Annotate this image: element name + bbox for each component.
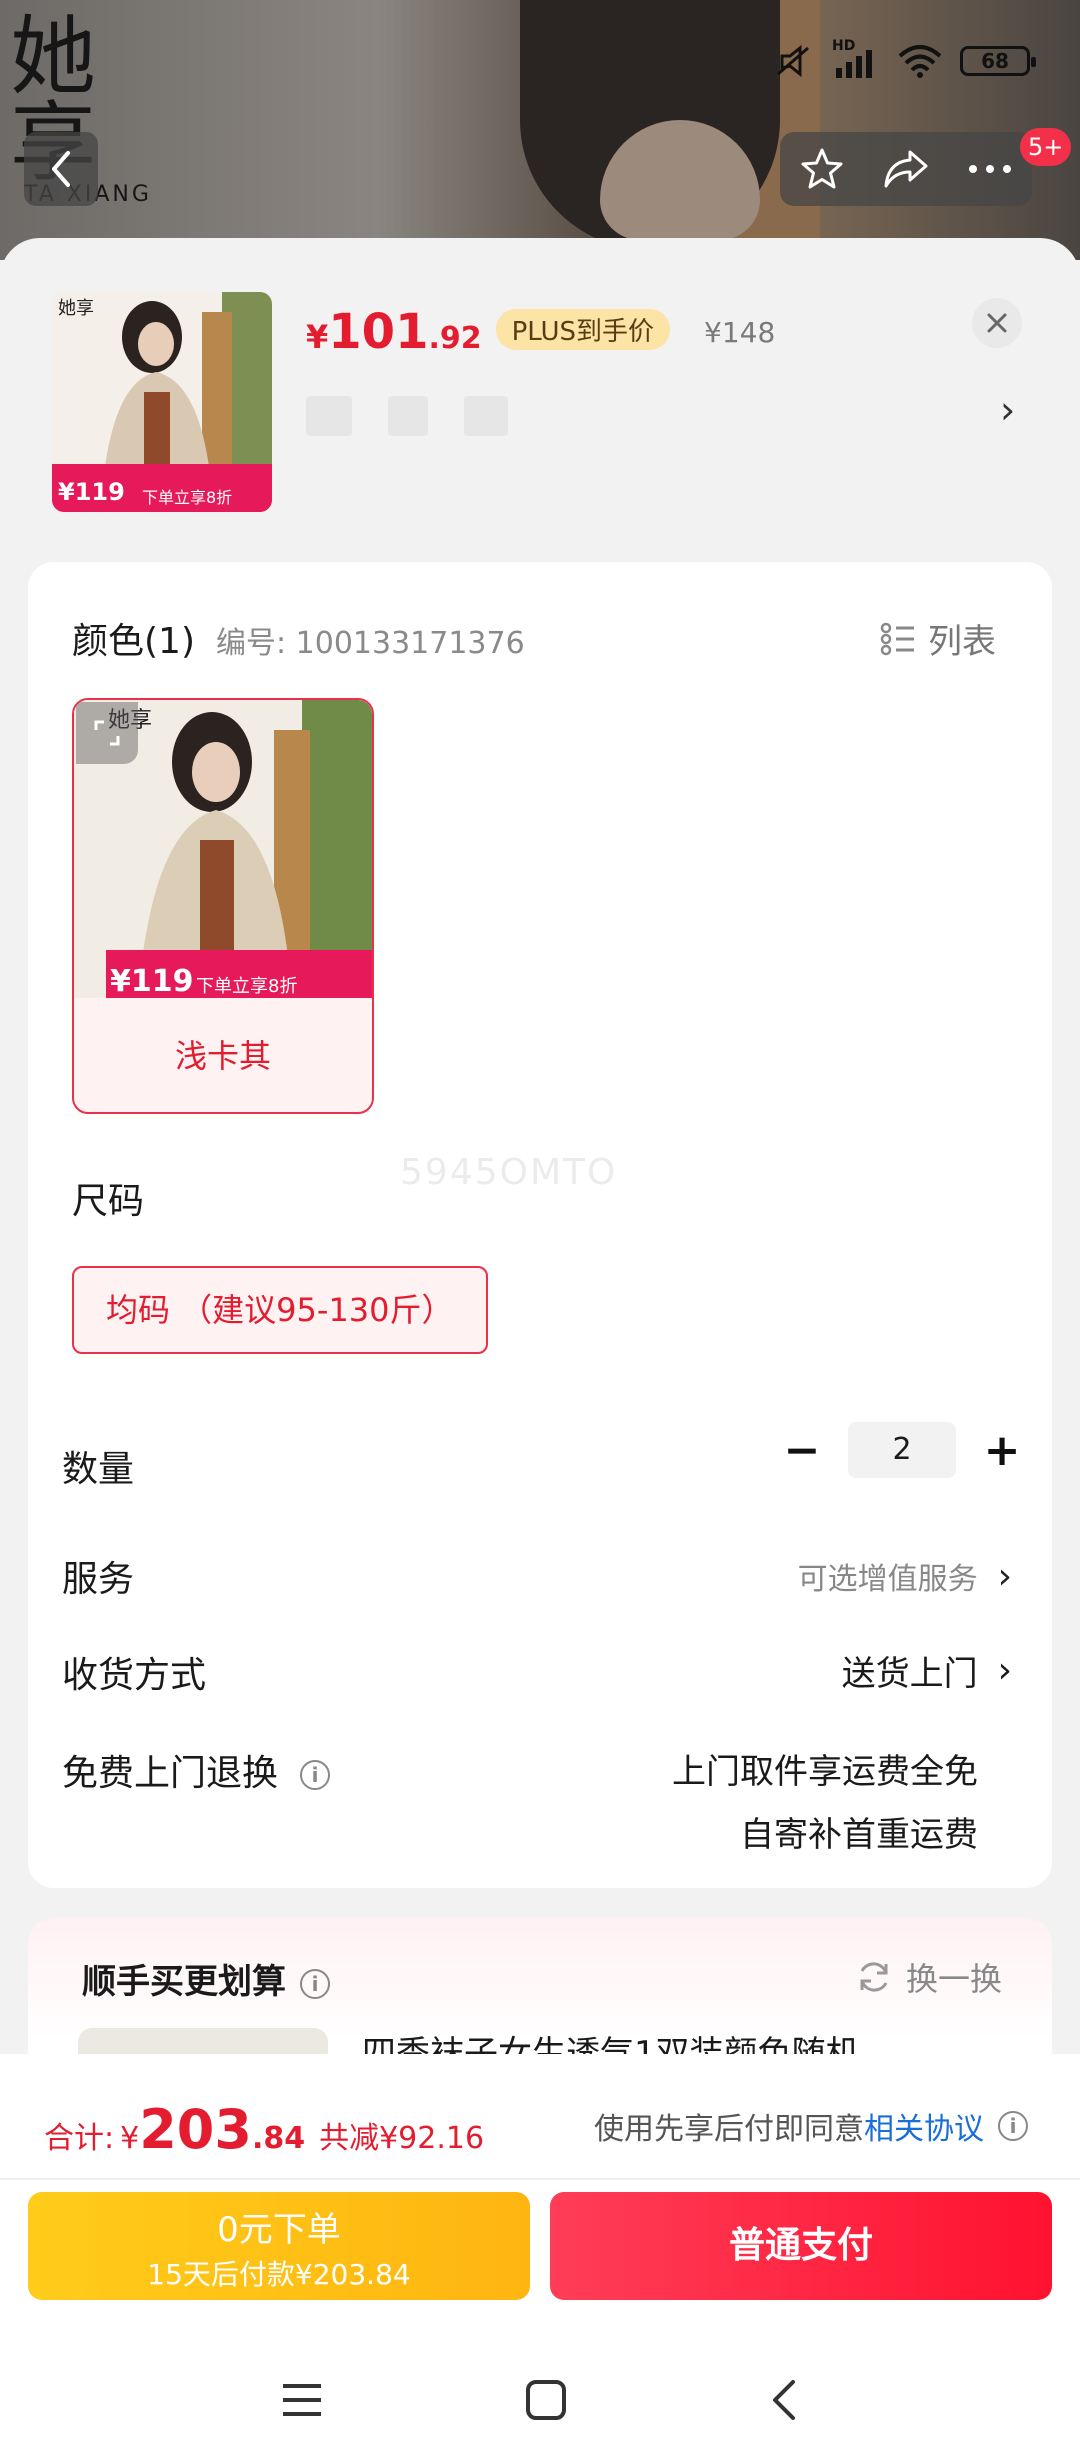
- size-section-title: 尺码: [72, 1181, 145, 1222]
- bnpl-button-line2: 15天后付款¥203.84: [147, 2258, 411, 2291]
- option-promo-price: ¥119: [110, 964, 194, 999]
- redacted-spec-text: [306, 396, 508, 436]
- list-toggle-label: 列表: [928, 622, 996, 662]
- mute-icon: [777, 44, 809, 78]
- share-icon[interactable]: [882, 146, 930, 192]
- product-code: 编号: 100133171376: [216, 626, 525, 661]
- service-label: 服务: [62, 1559, 135, 1600]
- agreement-prefix: 使用先享后付即同意: [594, 2112, 864, 2147]
- price-decimal: .92: [428, 321, 482, 356]
- status-bar: HD 68: [774, 38, 1036, 78]
- color-section-title: 颜色(1): [72, 621, 195, 662]
- thumbnail-promo-text: 下单立享8折: [142, 488, 233, 507]
- product-header: 她享 ¥119 下单立享8折 ¥101.92 PLUS到手价 ¥148 ›: [0, 238, 1080, 558]
- swap-label: 换一换: [905, 1960, 1002, 1998]
- quantity-label: 数量: [62, 1449, 135, 1490]
- bnpl-order-button[interactable]: 0元下单 15天后付款¥203.84: [28, 2192, 530, 2300]
- brand-logo: 她享 TA XIANG: [10, 14, 180, 207]
- network-type-label: HD: [832, 38, 856, 54]
- more-dots-icon[interactable]: [967, 163, 1013, 175]
- agreement-link[interactable]: 相关协议: [864, 2104, 984, 2148]
- bundle-title: 顺手买更划算 i: [82, 1954, 330, 2003]
- quantity-input[interactable]: 2: [848, 1422, 956, 1478]
- expand-image-button[interactable]: [76, 702, 138, 764]
- service-value: 可选增值服务: [797, 1562, 978, 1597]
- close-icon: [987, 313, 1007, 333]
- close-button[interactable]: [972, 298, 1022, 348]
- option-promo-text: 下单立享8折: [196, 976, 298, 997]
- notification-badge: 5+: [1020, 128, 1072, 166]
- thumbnail-promo-price: ¥119: [58, 478, 125, 506]
- info-icon[interactable]: i: [998, 2111, 1028, 2141]
- increment-button[interactable]: +: [982, 1425, 1022, 1476]
- original-price: ¥148: [704, 316, 776, 349]
- price-integer: 101: [328, 304, 429, 360]
- info-icon[interactable]: i: [300, 1760, 331, 1790]
- menu-icon[interactable]: [281, 2382, 323, 2418]
- options-card: 颜色(1) 编号: 100133171376 列表 她享 ¥119 下单立享8折…: [28, 562, 1052, 1888]
- list-view-toggle[interactable]: 列表: [880, 614, 996, 663]
- free-return-line1: 上门取件享运费全免: [672, 1752, 978, 1792]
- sku-selector-sheet: 她享 ¥119 下单立享8折 ¥101.92 PLUS到手价 ¥148 › 颜色…: [0, 238, 1080, 2460]
- color-option-light-khaki[interactable]: 她享 ¥119 下单立享8折 浅卡其: [72, 698, 374, 1114]
- color-option-name: 浅卡其: [174, 1037, 271, 1075]
- signal-icon: HD: [832, 38, 880, 78]
- chevron-left-icon: [52, 151, 70, 187]
- back-icon[interactable]: [769, 2378, 799, 2422]
- footer-divider: [0, 2178, 1080, 2180]
- list-icon: [880, 622, 914, 655]
- delivery-label: 收货方式: [62, 1655, 207, 1696]
- size-option-one-size[interactable]: 均码 （建议95-130斤）: [72, 1266, 488, 1354]
- bnpl-button-line1: 0元下单: [217, 2210, 341, 2250]
- battery-icon: 68: [960, 46, 1036, 76]
- info-icon[interactable]: i: [300, 1968, 330, 1999]
- redacted-block: [306, 396, 352, 436]
- free-return-details: 上门取件享运费全免 自寄补首重运费: [672, 1744, 978, 1856]
- home-icon[interactable]: [525, 2379, 567, 2421]
- delivery-value: 送货上门: [841, 1654, 978, 1694]
- top-action-group: [780, 132, 1032, 206]
- redacted-block: [464, 396, 508, 436]
- swap-button[interactable]: 换一换: [856, 1954, 1002, 2000]
- quantity-stepper: − 2 +: [782, 1422, 1022, 1478]
- current-price: ¥101.92: [306, 304, 482, 360]
- refresh-icon: [860, 1962, 888, 1992]
- total-currency: ¥: [120, 2121, 140, 2156]
- chevron-right-icon: ›: [997, 1555, 1012, 1597]
- free-return-label: 免费上门退换: [62, 1753, 279, 1794]
- redacted-block: [388, 396, 428, 436]
- chevron-right-icon: ›: [997, 1650, 1012, 1691]
- decrement-button[interactable]: −: [782, 1425, 822, 1476]
- normal-pay-button[interactable]: 普通支付: [550, 2192, 1052, 2300]
- back-button[interactable]: [24, 132, 98, 206]
- price-row: ¥101.92 PLUS到手价 ¥148: [306, 304, 775, 360]
- wifi-icon: [898, 45, 942, 78]
- system-nav-bar: [0, 2340, 1080, 2460]
- free-return-row: 免费上门退换 i: [62, 1744, 331, 1796]
- thumbnail-brand-logo: 她享: [58, 298, 94, 319]
- favorite-star-icon[interactable]: [799, 146, 845, 192]
- agreement-notice: 使用先享后付即同意 相关协议 i: [594, 2104, 1028, 2148]
- delivery-selector[interactable]: 送货上门 ›: [842, 1646, 1012, 1695]
- total-summary: 合计: ¥ 203 .84 共减¥92.16: [44, 2098, 484, 2161]
- total-integer: 203: [139, 2098, 252, 2161]
- watermark: 5945OMTO: [400, 1152, 618, 1193]
- total-label: 合计:: [44, 2121, 115, 2156]
- free-return-line2: 自寄补首重运费: [740, 1815, 978, 1855]
- service-selector[interactable]: 可选增值服务 ›: [798, 1554, 1012, 1598]
- price-currency: ¥: [306, 318, 329, 356]
- product-thumbnail[interactable]: 她享 ¥119 下单立享8折: [52, 292, 272, 512]
- plus-price-badge: PLUS到手价: [495, 309, 671, 350]
- total-decimal: .84: [251, 2121, 306, 2156]
- total-saved: 共减¥92.16: [319, 2121, 485, 2156]
- expand-icon: [94, 720, 120, 746]
- chevron-right-icon[interactable]: ›: [1000, 388, 1015, 432]
- bundle-title-text: 顺手买更划算: [82, 1962, 286, 2002]
